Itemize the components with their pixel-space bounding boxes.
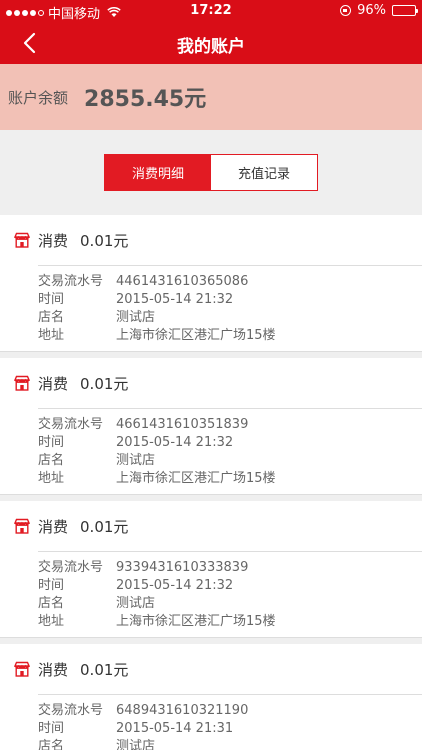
- serial-row: 交易流水号 6489431610321190: [38, 702, 412, 720]
- record-divider: [38, 551, 422, 552]
- address-value: 上海市徐汇区港汇广场15楼: [116, 328, 276, 343]
- store-row: 店名 测试店: [38, 452, 412, 470]
- record-card[interactable]: 消费 0.01元 交易流水号 4461431610365086 时间 2015-…: [0, 215, 422, 352]
- time-row: 时间 2015-05-14 21:31: [38, 720, 412, 738]
- store-icon: [14, 232, 30, 248]
- record-divider: [38, 265, 422, 266]
- store-label: 店名: [38, 739, 65, 750]
- record-details: 交易流水号 9339431610333839 时间 2015-05-14 21:…: [38, 559, 412, 631]
- time-label: 时间: [38, 578, 65, 593]
- status-right: 96%: [340, 3, 418, 18]
- page-title: 我的账户: [177, 37, 245, 57]
- address-row: 地址 上海市徐汇区港汇广场15楼: [38, 613, 412, 631]
- serial-row: 交易流水号 4461431610365086: [38, 273, 412, 291]
- serial-label: 交易流水号: [38, 417, 104, 432]
- record-type: 消费: [38, 517, 69, 536]
- time-label: 时间: [38, 721, 65, 736]
- balance-panel: 账户余额 2855.45元: [0, 64, 422, 130]
- record-divider: [38, 694, 422, 695]
- record-card[interactable]: 消费 0.01元 交易流水号 9339431610333839 时间 2015-…: [0, 501, 422, 638]
- address-label: 地址: [38, 328, 65, 343]
- store-label: 店名: [38, 453, 65, 468]
- address-label: 地址: [38, 471, 65, 486]
- time-value: 2015-05-14 21:32: [116, 292, 234, 307]
- time-row: 时间 2015-05-14 21:32: [38, 291, 412, 309]
- store-value: 测试店: [116, 739, 156, 750]
- store-label: 店名: [38, 310, 65, 325]
- record-header: 消费 0.01元: [0, 644, 422, 694]
- record-type: 消费: [38, 231, 69, 250]
- time-value: 2015-05-14 21:31: [116, 721, 234, 736]
- time-row: 时间 2015-05-14 21:32: [38, 577, 412, 595]
- store-value: 测试店: [116, 453, 156, 468]
- serial-value: 4661431610351839: [116, 417, 249, 432]
- address-row: 地址 上海市徐汇区港汇广场15楼: [38, 327, 412, 345]
- store-value: 测试店: [116, 310, 156, 325]
- battery-icon: [392, 5, 418, 16]
- header: 中国移动 17:22 96% 我的账户: [0, 0, 422, 64]
- record-details: 交易流水号 4661431610351839 时间 2015-05-14 21:…: [38, 416, 412, 488]
- battery-percent: 96%: [357, 3, 386, 18]
- store-icon: [14, 518, 30, 534]
- serial-label: 交易流水号: [38, 703, 104, 718]
- record-list: 消费 0.01元 交易流水号 4461431610365086 时间 2015-…: [0, 215, 422, 750]
- serial-value: 6489431610321190: [116, 703, 249, 718]
- address-row: 地址 上海市徐汇区港汇广场15楼: [38, 470, 412, 488]
- record-type: 消费: [38, 374, 69, 393]
- time-value: 2015-05-14 21:32: [116, 435, 234, 450]
- store-value: 测试店: [116, 596, 156, 611]
- record-details: 交易流水号 4461431610365086 时间 2015-05-14 21:…: [38, 273, 412, 345]
- serial-value: 4461431610365086: [116, 274, 249, 289]
- store-row: 店名 测试店: [38, 309, 412, 327]
- address-value: 上海市徐汇区港汇广场15楼: [116, 614, 276, 629]
- serial-label: 交易流水号: [38, 274, 104, 289]
- record-card[interactable]: 消费 0.01元 交易流水号 4661431610351839 时间 2015-…: [0, 358, 422, 495]
- serial-label: 交易流水号: [38, 560, 104, 575]
- record-divider: [38, 408, 422, 409]
- serial-row: 交易流水号 9339431610333839: [38, 559, 412, 577]
- serial-row: 交易流水号 4661431610351839: [38, 416, 412, 434]
- segmented-control: 消费明细 充值记录: [104, 154, 318, 191]
- tab-consumption[interactable]: 消费明细: [105, 155, 211, 190]
- record-amount: 0.01元: [80, 231, 129, 250]
- balance-amount: 2855.45元: [84, 87, 207, 112]
- time-label: 时间: [38, 435, 65, 450]
- serial-value: 9339431610333839: [116, 560, 249, 575]
- account-screen: 中国移动 17:22 96% 我的账户 账户余额 2855.45元 消费明细 充…: [0, 0, 422, 750]
- time-row: 时间 2015-05-14 21:32: [38, 434, 412, 452]
- record-type: 消费: [38, 660, 69, 679]
- time-value: 2015-05-14 21:32: [116, 578, 234, 593]
- address-label: 地址: [38, 614, 65, 629]
- record-amount: 0.01元: [80, 660, 129, 679]
- tab-recharge[interactable]: 充值记录: [211, 155, 317, 190]
- record-header: 消费 0.01元: [0, 358, 422, 408]
- store-row: 店名 测试店: [38, 595, 412, 613]
- store-icon: [14, 375, 30, 391]
- address-value: 上海市徐汇区港汇广场15楼: [116, 471, 276, 486]
- balance-label: 账户余额: [8, 88, 69, 107]
- store-label: 店名: [38, 596, 65, 611]
- tab-bar: 消费明细 充值记录: [0, 130, 422, 215]
- record-amount: 0.01元: [80, 374, 129, 393]
- store-icon: [14, 661, 30, 677]
- record-card[interactable]: 消费 0.01元 交易流水号 6489431610321190 时间 2015-…: [0, 644, 422, 750]
- record-header: 消费 0.01元: [0, 501, 422, 551]
- record-amount: 0.01元: [80, 517, 129, 536]
- rotation-lock-icon: [340, 5, 352, 16]
- record-details: 交易流水号 6489431610321190 时间 2015-05-14 21:…: [38, 702, 412, 750]
- record-header: 消费 0.01元: [0, 215, 422, 265]
- status-bar: 中国移动 17:22 96%: [0, 0, 422, 22]
- nav-bar: 我的账户: [0, 22, 422, 64]
- time-label: 时间: [38, 292, 65, 307]
- store-row: 店名 测试店: [38, 738, 412, 750]
